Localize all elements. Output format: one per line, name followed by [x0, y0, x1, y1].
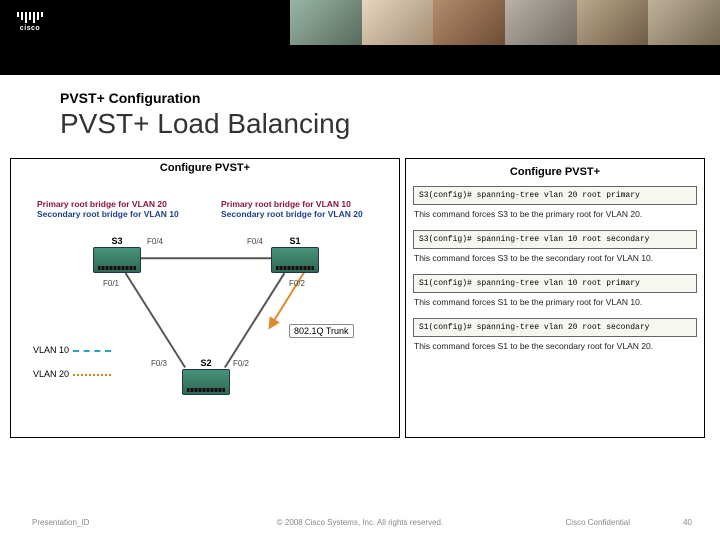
header-band — [0, 45, 720, 75]
slide-footer: Presentation_ID © 2008 Cisco Systems, In… — [0, 518, 720, 534]
cmd-desc-3: This command forces S1 to be the seconda… — [410, 339, 700, 357]
footer-copyright: © 2008 Cisco Systems, Inc. All rights re… — [277, 518, 443, 527]
cmd-desc-2: This command forces S1 to be the primary… — [410, 295, 700, 313]
cmd-box-1: S3(config)# spanning-tree vlan 10 root s… — [413, 230, 697, 249]
commands-panel: Configure PVST+ S3(config)# spanning-tre… — [405, 158, 705, 438]
slide-header: cisco — [0, 0, 720, 45]
switch-s2-label: S2 — [183, 358, 229, 368]
commands-title: Configure PVST+ — [410, 163, 700, 181]
switch-s2: S2 — [182, 369, 230, 395]
vlan20-key: VLAN 20 — [33, 369, 111, 379]
cmd-box-0: S3(config)# spanning-tree vlan 20 root p… — [413, 186, 697, 205]
title-block: PVST+ Configuration PVST+ Load Balancing — [0, 75, 720, 140]
trunk-label: 802.1Q Trunk — [289, 324, 354, 338]
content-row: Configure PVST+ Primary root bridge for … — [10, 158, 710, 438]
footer-page-number: 40 — [683, 518, 692, 527]
port-s3-f01: F0/1 — [103, 279, 119, 288]
note-s1-secondary: Secondary root bridge for VLAN 20 — [221, 209, 363, 219]
note-s3-primary: Primary root bridge for VLAN 20 — [37, 199, 167, 209]
cmd-desc-1: This command forces S3 to be the seconda… — [410, 251, 700, 269]
footer-confidential: Cisco Confidential — [566, 518, 630, 527]
switch-s3: S3 — [93, 247, 141, 273]
cisco-logo: cisco — [17, 12, 43, 33]
topology-panel: Configure PVST+ Primary root bridge for … — [10, 158, 400, 438]
logo-text: cisco — [20, 25, 40, 32]
port-s2-f03: F0/3 — [151, 359, 167, 368]
port-s2-f02: F0/2 — [233, 359, 249, 368]
slide-subtitle: PVST+ Configuration — [60, 90, 720, 106]
slide-title: PVST+ Load Balancing — [60, 108, 720, 140]
note-s3-secondary: Secondary root bridge for VLAN 10 — [37, 209, 179, 219]
cmd-box-2: S1(config)# spanning-tree vlan 10 root p… — [413, 274, 697, 293]
cmd-desc-0: This command forces S3 to be the primary… — [410, 207, 700, 225]
switch-s1: S1 — [271, 247, 319, 273]
vlan10-label: VLAN 10 — [33, 345, 69, 355]
topology-diagram: Primary root bridge for VLAN 20 Secondar… — [11, 159, 399, 437]
switch-s3-label: S3 — [94, 236, 140, 246]
header-photo-strip — [290, 0, 720, 45]
vlan10-key: VLAN 10 — [33, 345, 111, 355]
port-s3-f04: F0/4 — [147, 237, 163, 246]
port-s1-f02: F0/2 — [289, 279, 305, 288]
logo: cisco — [0, 0, 60, 45]
cmd-box-3: S1(config)# spanning-tree vlan 20 root s… — [413, 318, 697, 337]
footer-presentation-id: Presentation_ID — [32, 518, 89, 527]
vlan20-label: VLAN 20 — [33, 369, 69, 379]
port-s1-f04: F0/4 — [247, 237, 263, 246]
note-s1-primary: Primary root bridge for VLAN 10 — [221, 199, 351, 209]
switch-s1-label: S1 — [272, 236, 318, 246]
